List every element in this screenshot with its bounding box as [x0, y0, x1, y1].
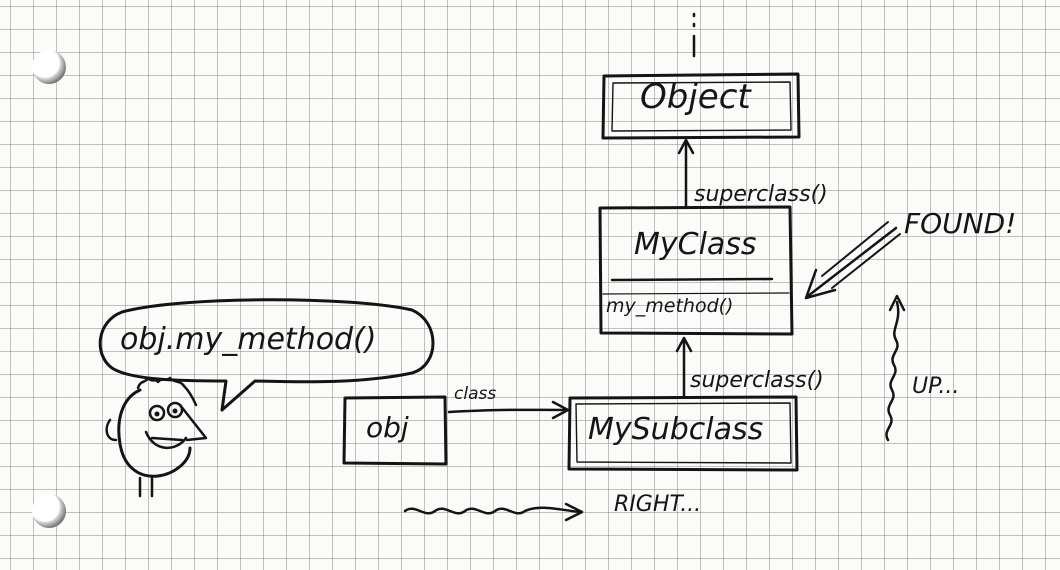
node-mysubclass-label: MySubclass — [588, 412, 764, 447]
found-annotation: FOUND! — [904, 207, 1017, 240]
edge-class-label: class — [454, 384, 497, 404]
node-obj-label: obj — [366, 411, 409, 444]
stick-figure-face-icon — [105, 376, 208, 498]
found-arrow — [804, 221, 901, 300]
edge-superclass-top-label: superclass() — [694, 182, 828, 207]
up-annotation: UP... — [912, 374, 960, 399]
node-object-label: Object — [640, 77, 751, 117]
diagram-sketch — [98, 12, 906, 522]
edge-superclass-bottom-label: superclass() — [690, 368, 824, 393]
wavy-right-arrow — [403, 502, 584, 522]
speech-text: obj.my_method() — [120, 322, 377, 357]
node-myclass-method-label: my_method() — [606, 295, 734, 317]
wavy-up-arrow — [885, 294, 906, 442]
right-annotation: RIGHT... — [614, 492, 702, 517]
class-arrow — [447, 400, 570, 420]
graph-paper-canvas: Object MyClass my_method() MySubclass ob… — [0, 0, 1060, 570]
superclass-arrow-top — [677, 138, 695, 208]
node-myclass-label: MyClass — [634, 227, 757, 262]
superclass-arrow-bottom — [675, 336, 693, 398]
